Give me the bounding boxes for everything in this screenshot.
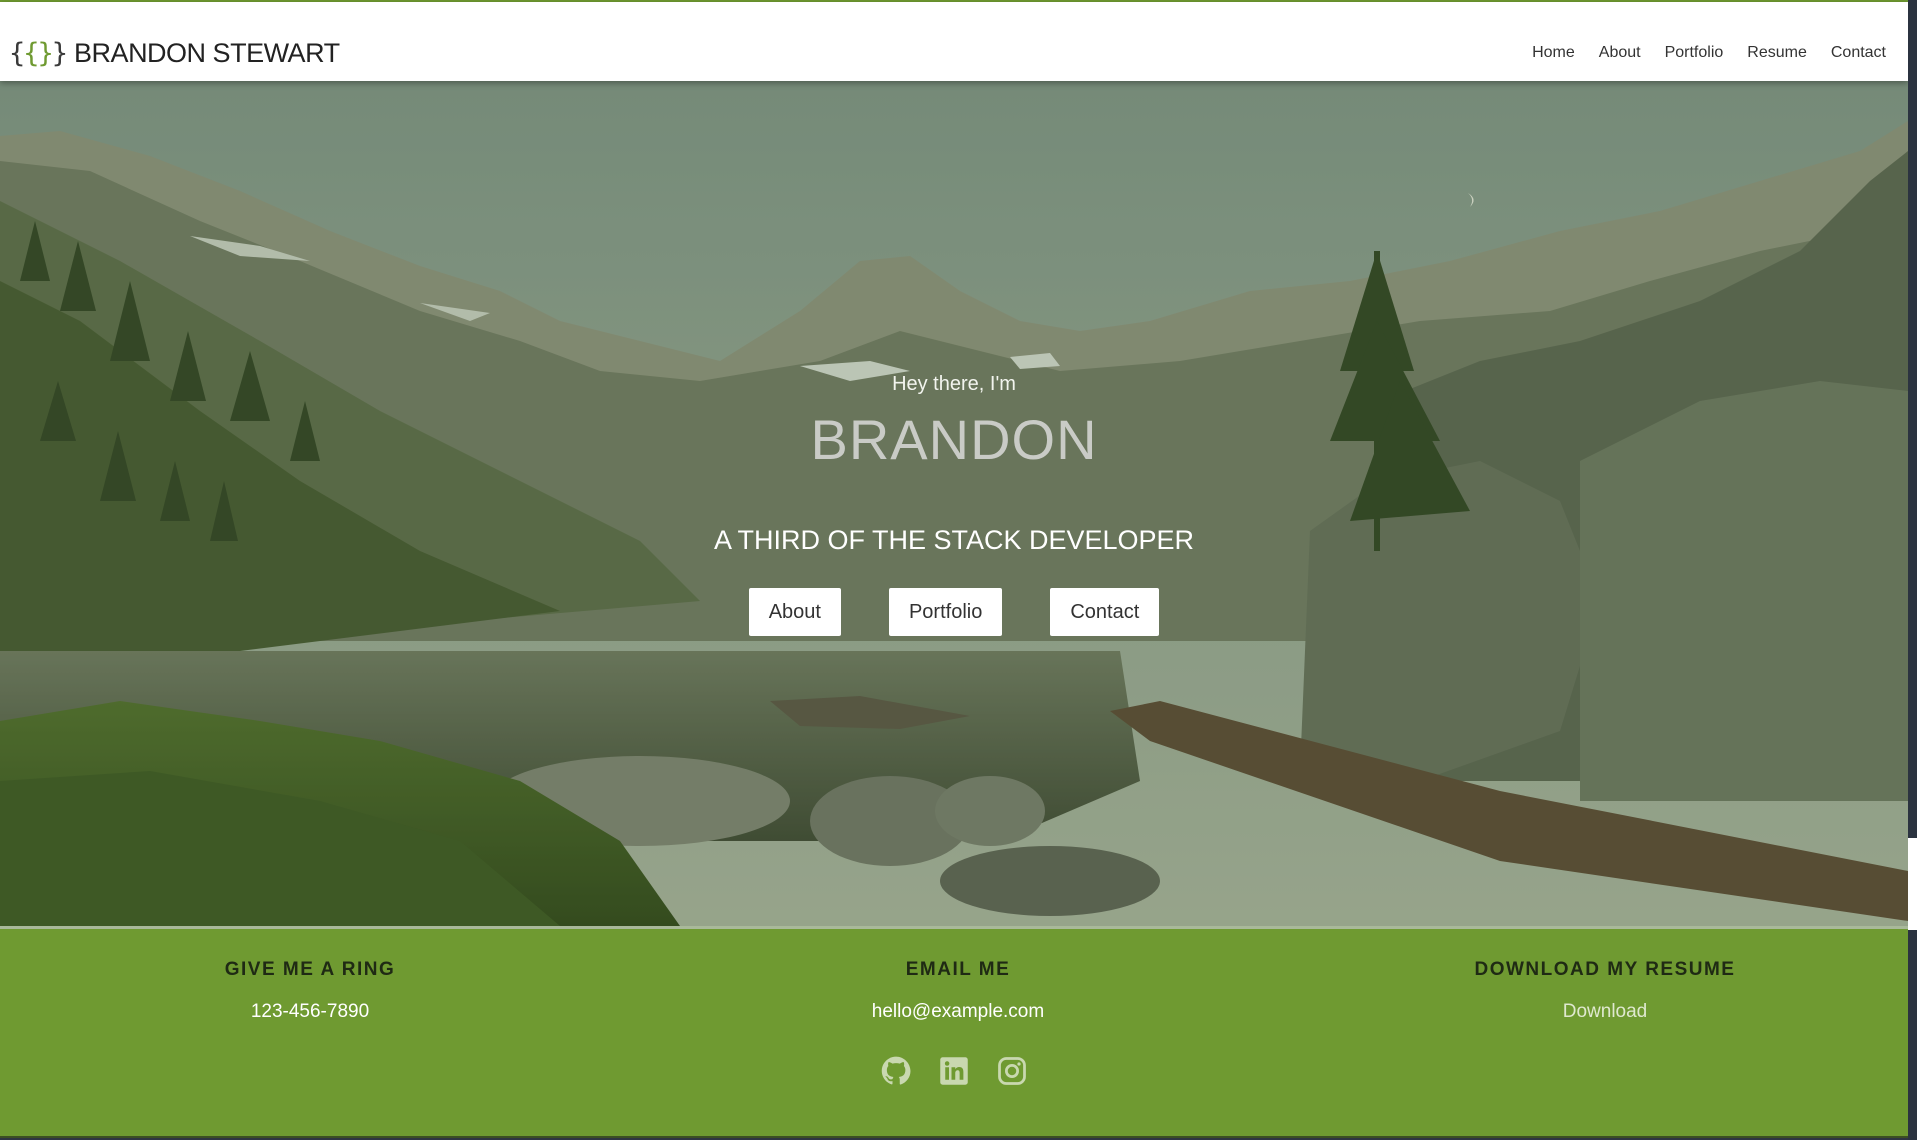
hero-buttons: About Portfolio Contact bbox=[0, 588, 1908, 636]
nav-portfolio[interactable]: Portfolio bbox=[1665, 44, 1724, 62]
linkedin-icon[interactable] bbox=[939, 1056, 969, 1086]
page: {{}} BRANDON STEWART Home About Portfoli… bbox=[0, 0, 1908, 1138]
brand[interactable]: {{}} BRANDON STEWART bbox=[9, 36, 340, 70]
resume-download-link[interactable]: Download bbox=[1355, 1001, 1855, 1023]
about-button[interactable]: About bbox=[748, 588, 841, 636]
hero-greeting: Hey there, I'm bbox=[892, 373, 1016, 395]
navbar: {{}} BRANDON STEWART Home About Portfoli… bbox=[0, 2, 1908, 81]
phone-column: GIVE ME A RING 123-456-7890 bbox=[60, 959, 560, 1023]
phone-number[interactable]: 123-456-7890 bbox=[60, 1001, 560, 1023]
github-icon[interactable] bbox=[881, 1056, 911, 1086]
nav-about[interactable]: About bbox=[1599, 44, 1641, 62]
email-column: EMAIL ME hello@example.com bbox=[708, 959, 1208, 1023]
social-links bbox=[0, 1056, 1908, 1086]
scrollbar-track-top bbox=[1908, 0, 1917, 838]
resume-column: DOWNLOAD MY RESUME Download bbox=[1355, 959, 1855, 1023]
portfolio-button[interactable]: Portfolio bbox=[888, 588, 1003, 636]
footer: GIVE ME A RING 123-456-7890 EMAIL ME hel… bbox=[0, 929, 1908, 1138]
nav-resume[interactable]: Resume bbox=[1747, 44, 1807, 62]
email-title: EMAIL ME bbox=[905, 959, 1011, 980]
hero-section: Hey there, I'm BRANDON A THIRD OF THE ST… bbox=[0, 81, 1908, 926]
bottom-bar bbox=[0, 1136, 1908, 1138]
brand-logo-icon: {{}} bbox=[9, 37, 68, 69]
scrollbar[interactable] bbox=[1908, 0, 1917, 1140]
hero-name: BRANDON bbox=[810, 408, 1098, 471]
nav-links: Home About Portfolio Resume Contact bbox=[1508, 44, 1886, 62]
contact-button[interactable]: Contact bbox=[1050, 588, 1160, 636]
nav-home[interactable]: Home bbox=[1532, 44, 1575, 62]
nav-contact[interactable]: Contact bbox=[1831, 44, 1886, 62]
scrollbar-track-bottom bbox=[1908, 930, 1917, 1140]
brand-name: BRANDON STEWART bbox=[74, 37, 340, 68]
instagram-icon[interactable] bbox=[997, 1056, 1027, 1086]
phone-title: GIVE ME A RING bbox=[224, 959, 396, 980]
email-address[interactable]: hello@example.com bbox=[708, 1001, 1208, 1023]
hero-tagline: A THIRD OF THE STACK DEVELOPER bbox=[713, 525, 1195, 555]
resume-title: DOWNLOAD MY RESUME bbox=[1474, 959, 1736, 980]
hero-overlay bbox=[0, 81, 1908, 926]
